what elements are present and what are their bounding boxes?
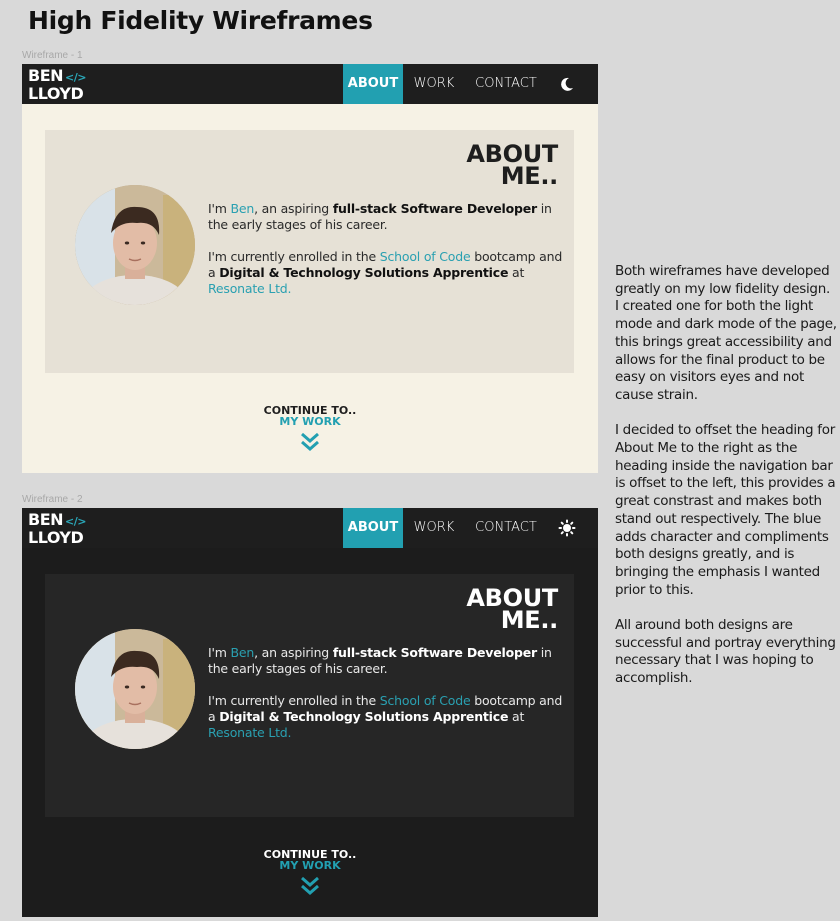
wireframe-2-label: Wireframe - 2 [22, 494, 83, 505]
bio-paragraph-1: I'm Ben, an aspiring full-stack Software… [208, 645, 552, 676]
navbar: BEN </> LLOYD ABOUT WORK CONTACT [22, 508, 598, 548]
wireframe-2-dark: BEN </> LLOYD ABOUT WORK CONTACT ABOUT ME… [22, 508, 598, 917]
chevron-down-icon[interactable] [299, 431, 321, 453]
wireframe-1-light: BEN </> LLOYD ABOUT WORK CONTACT ABOUT ME… [22, 64, 598, 473]
about-heading: ABOUT ME.. [466, 140, 558, 190]
nav-contact[interactable]: CONTACT [468, 508, 544, 548]
chevron-down-icon[interactable] [299, 875, 321, 897]
nav-about[interactable]: ABOUT [343, 508, 403, 548]
logo-line2: LLOYD [28, 528, 84, 547]
continue-link[interactable]: CONTINUE TO.. MY WORK [22, 849, 598, 871]
name-highlight: Ben [230, 201, 255, 216]
name-highlight: Ben [230, 645, 255, 660]
nav-about[interactable]: ABOUT [343, 64, 403, 104]
bio-paragraph-1: I'm Ben, an aspiring full-stack Software… [208, 201, 552, 232]
moon-icon[interactable] [558, 75, 576, 93]
page-title: High Fidelity Wireframes [28, 6, 373, 35]
logo-line1: BEN [28, 510, 64, 529]
about-card: ABOUT ME.. I'm Ben, an aspiring full-sta… [45, 130, 574, 373]
about-card: ABOUT ME.. I'm Ben, an aspiring full-sta… [45, 574, 574, 817]
bio-paragraph-2: I'm currently enrolled in the School of … [208, 249, 563, 296]
logo[interactable]: BEN </> LLOYD [28, 68, 86, 102]
description-paragraph-3: All around both designs are successful a… [615, 617, 836, 687]
bio-paragraph-2: I'm currently enrolled in the School of … [208, 693, 563, 740]
description-paragraph-2: I decided to offset the heading for Abou… [615, 422, 836, 598]
nav-work[interactable]: WORK [406, 64, 462, 104]
avatar [75, 185, 195, 305]
wireframe-1-label: Wireframe - 1 [22, 50, 83, 61]
logo-line2: LLOYD [28, 84, 84, 103]
continue-link[interactable]: CONTINUE TO.. MY WORK [22, 405, 598, 427]
code-icon: </> [65, 515, 86, 528]
logo[interactable]: BEN </> LLOYD [28, 512, 86, 546]
nav-work[interactable]: WORK [406, 508, 462, 548]
sun-icon[interactable] [558, 519, 576, 537]
navbar: BEN </> LLOYD ABOUT WORK CONTACT [22, 64, 598, 104]
code-icon: </> [65, 71, 86, 84]
about-heading: ABOUT ME.. [466, 584, 558, 634]
company-link: Resonate Ltd. [208, 725, 292, 740]
school-link: School of Code [379, 693, 471, 708]
logo-line1: BEN [28, 66, 64, 85]
description-paragraph-1: Both wireframes have developed greatly o… [615, 263, 837, 403]
avatar [75, 629, 195, 749]
description: Both wireframes have developed greatly o… [615, 263, 837, 706]
nav-contact[interactable]: CONTACT [468, 64, 544, 104]
school-link: School of Code [379, 249, 471, 264]
company-link: Resonate Ltd. [208, 281, 292, 296]
